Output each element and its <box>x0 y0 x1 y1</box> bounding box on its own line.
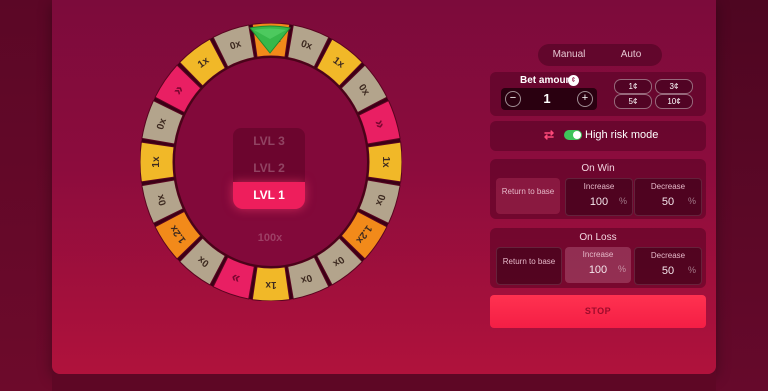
decrease-bet-button[interactable]: − <box>505 91 521 107</box>
on-loss-increase[interactable]: Increase 100 % <box>565 247 631 283</box>
wheel-segment-label: 1x <box>151 156 162 168</box>
high-risk-label: High risk mode <box>585 129 659 141</box>
level-2[interactable]: LVL 2 <box>233 155 305 182</box>
level-1-active[interactable]: LVL 1 <box>233 182 305 209</box>
wheel-segment-label: 1x <box>265 279 277 290</box>
tab-auto[interactable]: Auto <box>600 44 662 66</box>
on-win-title: On Win <box>581 163 615 174</box>
chip-1c[interactable]: 1¢ <box>614 79 652 94</box>
increase-bet-button[interactable]: + <box>577 91 593 107</box>
on-loss-return-to-base[interactable]: Return to base <box>496 247 562 285</box>
center-multiplier: 100x <box>257 232 283 244</box>
bet-amount-label: Bet amount <box>520 75 575 86</box>
coin-icon: ¢ <box>568 75 579 86</box>
background-left <box>0 0 52 391</box>
level-stack: LVL 3 LVL 2 LVL 1 <box>233 128 305 209</box>
on-win-decrease[interactable]: Decrease 50 % <box>634 178 702 216</box>
stop-button[interactable]: STOP <box>490 295 706 328</box>
bottom-strip <box>52 374 716 391</box>
mode-tabs: Manual Auto <box>538 44 662 66</box>
on-win-increase[interactable]: Increase 100 % <box>565 178 633 216</box>
chip-10c[interactable]: 10¢ <box>655 94 693 109</box>
chip-3c[interactable]: 3¢ <box>655 79 693 94</box>
level-3[interactable]: LVL 3 <box>233 128 305 155</box>
chip-5c[interactable]: 5¢ <box>614 94 652 109</box>
tab-manual[interactable]: Manual <box>538 44 600 66</box>
bet-amount-value[interactable]: 1 <box>530 91 564 106</box>
on-loss-title: On Loss <box>579 232 617 243</box>
background-right <box>716 0 768 391</box>
high-risk-toggle[interactable] <box>564 130 582 140</box>
on-win-return-to-base[interactable]: Return to base <box>496 178 560 214</box>
wheel-pointer-icon <box>249 25 291 54</box>
wheel-segment-label: 1x <box>380 156 391 168</box>
on-loss-decrease[interactable]: Decrease 50 % <box>634 247 702 285</box>
risk-arrows-icon: ⇄ <box>544 128 555 142</box>
